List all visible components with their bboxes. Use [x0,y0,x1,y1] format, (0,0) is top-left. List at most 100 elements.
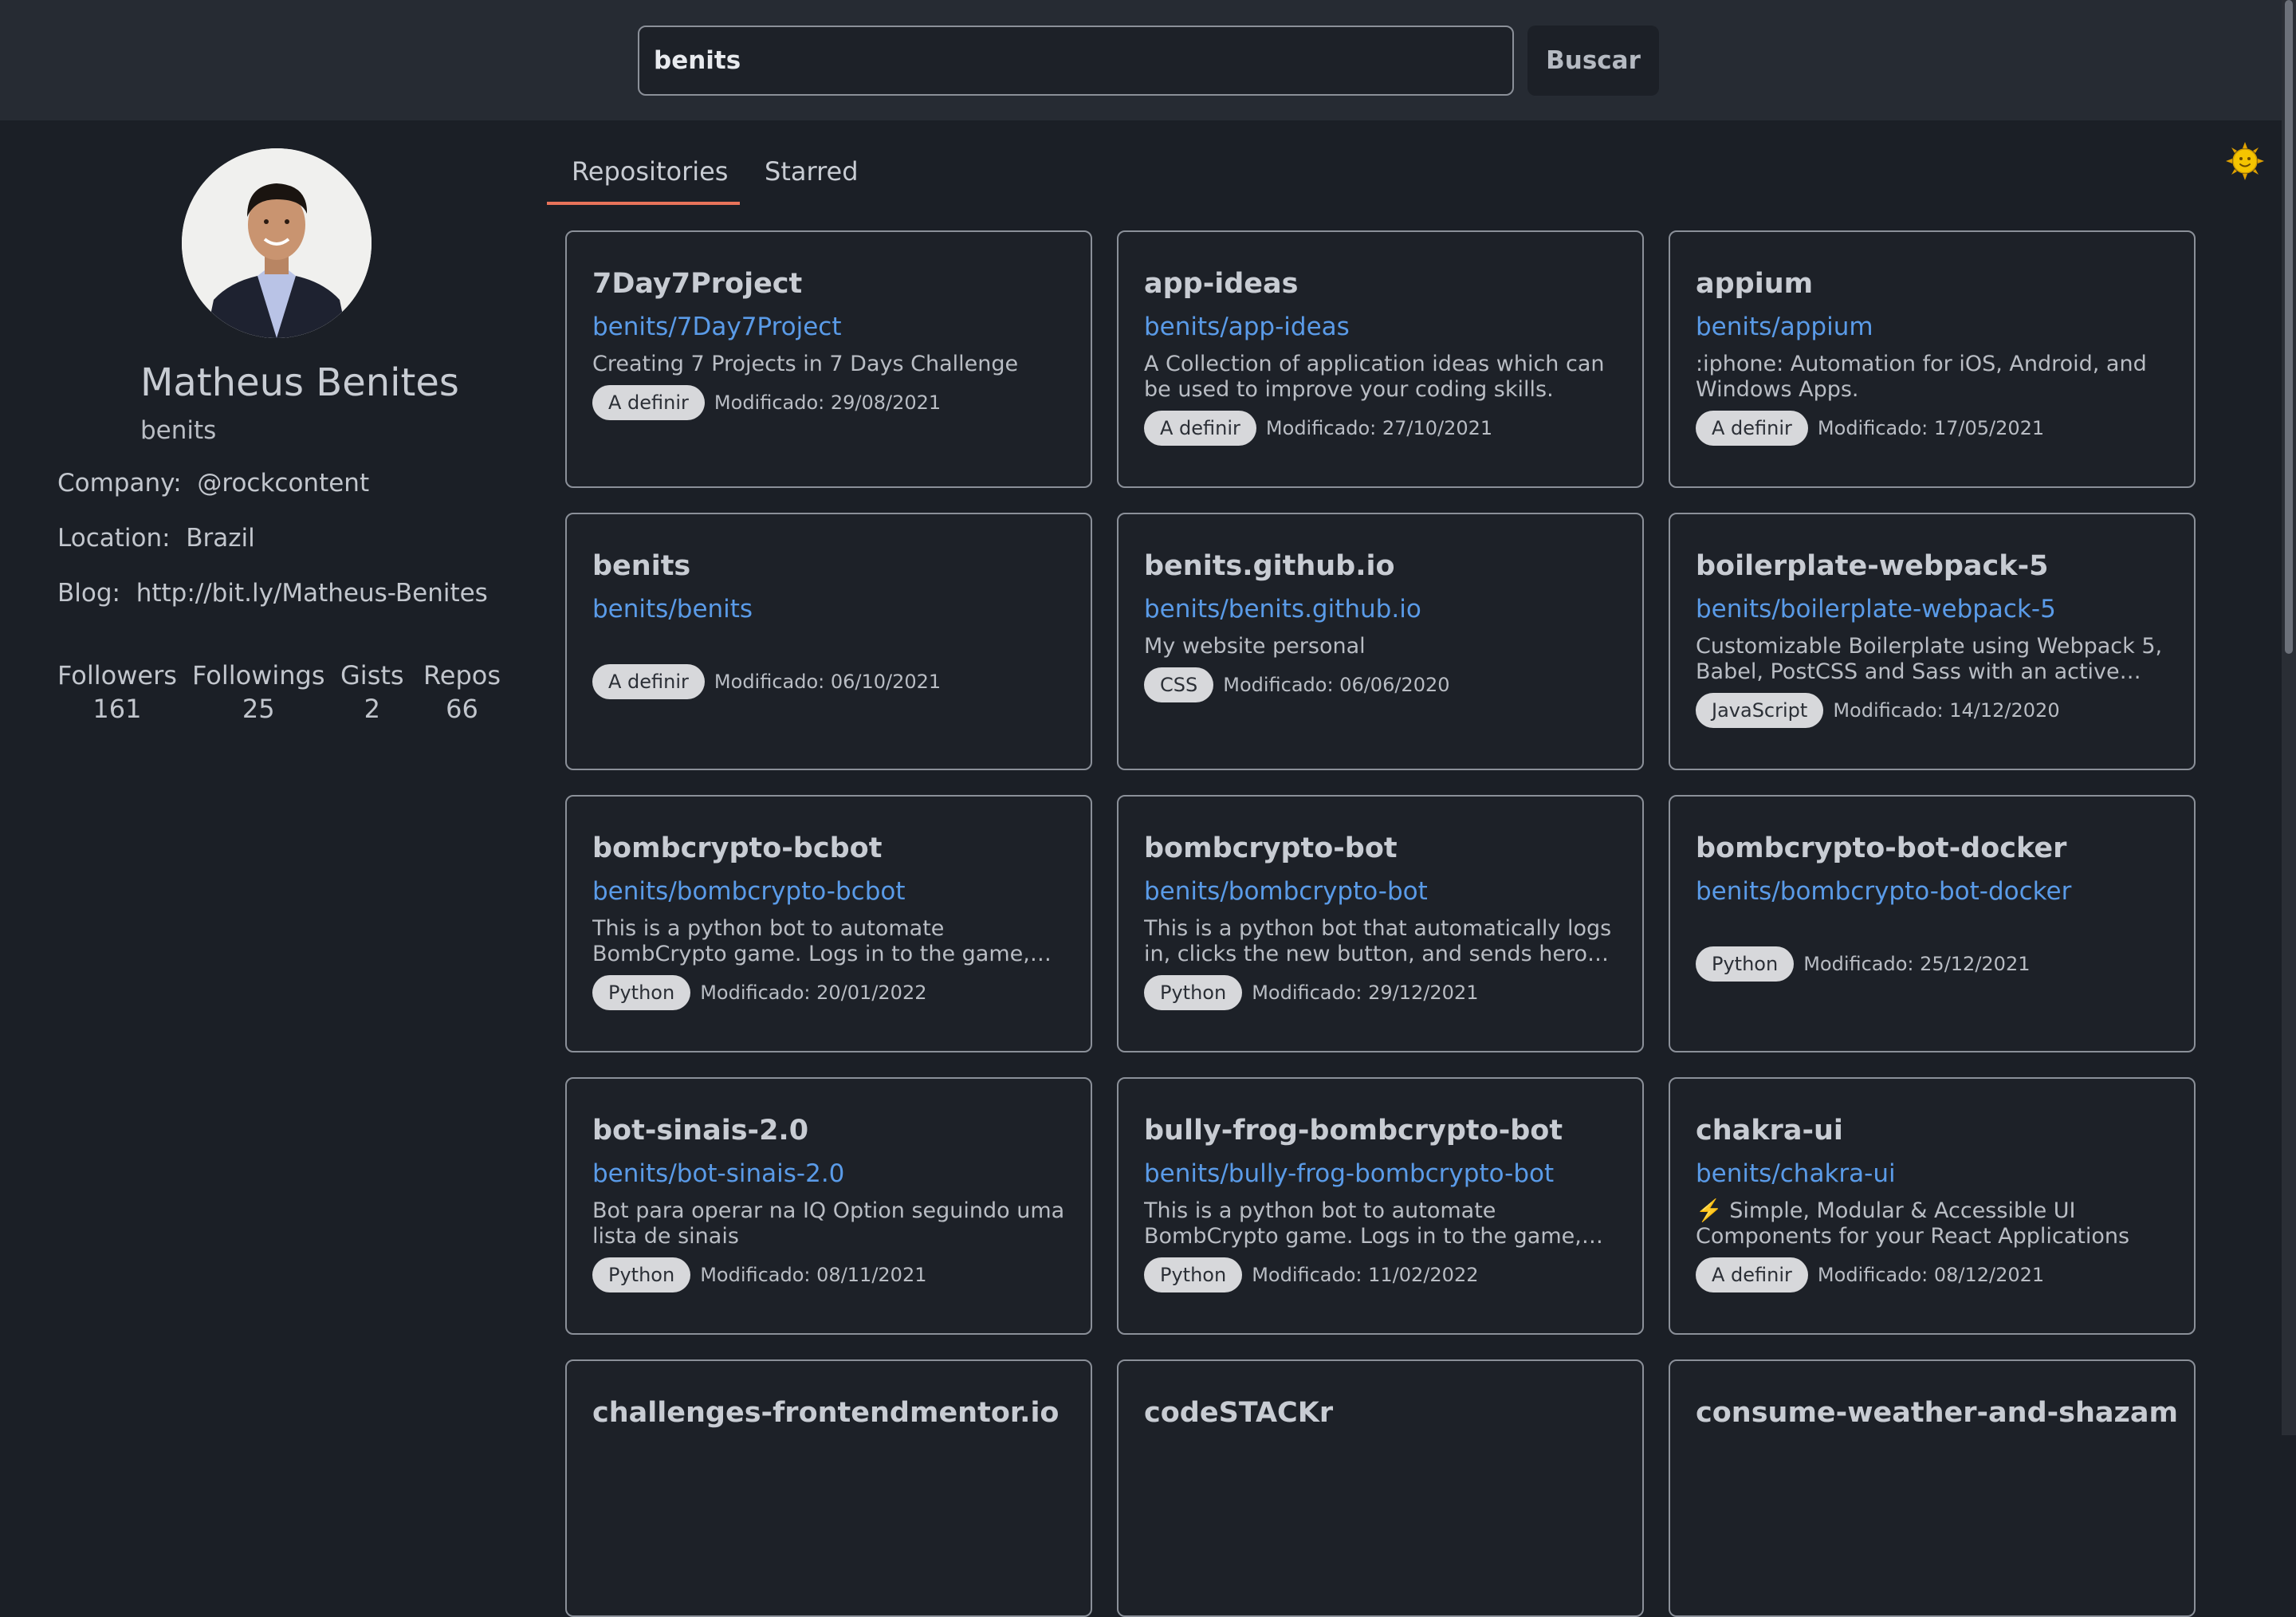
modified-date: Modificado: 06/06/2020 [1223,674,1450,696]
stat-value: 25 [242,694,275,724]
repo-card[interactable]: 7Day7Project benits/7Day7Project Creating … [565,230,1092,488]
repo-meta: JavaScript Modificado: 14/12/2020 [1696,693,2168,728]
repo-name: bombcrypto-bot-docker [1696,832,2067,864]
repo-description: :iphone: Automation for iOS, Android, an… [1696,352,2147,402]
tab-starred[interactable]: Starred [765,156,859,187]
modified-date: Modificado: 08/11/2021 [700,1264,927,1286]
stat-value: 161 [92,694,142,724]
repo-link[interactable]: benits/bully-frog-bombcrypto-bot [1144,1159,1617,1189]
active-tab-indicator [547,202,740,205]
repo-name: benits [592,550,691,582]
repo-link[interactable]: benits/bot-sinais-2.0 [592,1159,1065,1189]
repo-link[interactable]: benits/bombcrypto-bot-docker [1696,876,2168,907]
repo-description: Customizable Boilerplate using Webpack 5… [1696,634,2163,684]
repo-description: My website personal [1144,634,1366,659]
repo-name: bully-frog-bombcrypto-bot [1144,1115,1563,1147]
language-badge: A definir [592,664,705,699]
repo-name: bombcrypto-bot [1144,832,1398,864]
repo-card[interactable]: benits benits/benits A definir Modificado: … [565,513,1092,770]
modified-date: Modificado: 17/05/2021 [1817,417,2045,439]
repo-link[interactable]: benits/benits.github.io [1144,594,1617,624]
search-button[interactable]: Buscar [1527,26,1659,96]
repo-card[interactable]: bully-frog-bombcrypto-bot benits/bully-fr… [1117,1077,1644,1335]
language-badge: A definir [1144,411,1256,446]
company-row: Company: @rockcontent [57,469,369,498]
stat-gists: Gists 2 [340,660,404,724]
modified-date: Modificado: 27/10/2021 [1265,417,1493,439]
location-value: Brazil [186,524,255,553]
repo-card[interactable]: boilerplate-webpack-5 benits/boilerplate-… [1669,513,2196,770]
language-badge: A definir [1696,411,1808,446]
repo-card[interactable]: challenges-frontendmentor.io [565,1359,1092,1617]
stat-value: 2 [364,694,380,724]
company-value: @rockcontent [197,469,370,498]
repo-meta: A definir Modificado: 27/10/2021 [1144,411,1617,446]
language-badge: A definir [1696,1257,1808,1292]
language-badge: Python [1696,946,1795,982]
repo-name: bot-sinais-2.0 [592,1115,809,1147]
repo-link[interactable]: benits/7Day7Project [592,312,1065,342]
repo-card[interactable]: appium benits/appium:iphone: Automation f… [1669,230,2196,488]
modified-date: Modificado: 29/08/2021 [714,391,942,414]
repo-card[interactable]: codeSTACKr [1117,1359,1644,1617]
repo-card[interactable]: benits.github.io benits/benits.github.io M… [1117,513,1644,770]
profile-login: benits [140,416,217,445]
repo-card[interactable]: app-ideas benits/app-ideas A Collection of… [1117,230,1644,488]
repo-meta: Python Modificado: 29/12/2021 [1144,975,1617,1010]
repo-meta: A definir Modificado: 08/12/2021 [1696,1257,2168,1292]
modified-date: Modificado: 29/12/2021 [1252,982,1479,1004]
repo-description: This is a python bot that automatically … [1144,916,1612,966]
repo-description: ⚡️ Simple, Modular & Accessible UI Compo… [1696,1198,2130,1249]
language-badge: Python [592,1257,691,1292]
repo-link[interactable]: benits/benits [592,594,1065,624]
repo-meta: CSS Modificado: 06/06/2020 [1144,667,1617,702]
repo-card[interactable]: bombcrypto-bot benits/bombcrypto-bot This … [1117,795,1644,1052]
modified-date: Modificado: 08/12/2021 [1817,1264,2045,1286]
repo-name: boilerplate-webpack-5 [1696,550,2049,582]
search-input[interactable] [638,26,1514,96]
repo-description: Bot para operar na IQ Option seguindo um… [592,1198,1065,1249]
repo-name: benits.github.io [1144,550,1395,582]
modified-date: Modificado: 06/10/2021 [714,671,942,693]
repo-link[interactable]: benits/app-ideas [1144,312,1617,342]
company-label: Company: [57,469,182,498]
stat-label: Followings [192,660,325,690]
repo-card[interactable]: bombcrypto-bot-docker benits/bombcrypto-b… [1669,795,2196,1052]
avatar-photo [182,148,372,338]
repo-meta: A definir Modificado: 29/08/2021 [592,385,1065,420]
page-scrollbar-thumb[interactable] [2285,0,2293,654]
repo-link[interactable]: benits/bombcrypto-bot [1144,876,1617,907]
stat-label: Followers [57,660,177,690]
repo-name: chakra-ui [1696,1115,1843,1147]
repo-description: A Collection of application ideas which … [1144,352,1605,402]
repo-card[interactable]: bot-sinais-2.0 benits/bot-sinais-2.0 Bot p… [565,1077,1092,1335]
stat-followings: Followings 25 [192,660,325,724]
sun-face-icon [2226,142,2264,180]
stat-value: 66 [446,694,478,724]
repo-meta: A definir Modificado: 06/10/2021 [592,664,1065,699]
avatar [182,148,372,338]
repo-description: Creating 7 Projects in 7 Days Challenge [592,352,1019,376]
repo-link[interactable]: benits/boilerplate-webpack-5 [1696,594,2168,624]
repo-card[interactable]: chakra-ui benits/chakra-ui ⚡️ Simple, Modu… [1669,1077,2196,1335]
stat-label: Repos [423,660,501,690]
repo-name: bombcrypto-bcbot [592,832,883,864]
theme-toggle-button[interactable] [2223,140,2267,183]
repo-card[interactable]: consume-weather-and-shazam [1669,1359,2196,1617]
repo-name: challenges-frontendmentor.io [592,1397,1060,1429]
blog-label: Blog: [57,579,120,608]
stat-followers: Followers 161 [57,660,177,724]
repo-description: This is a python bot to automate BombCry… [592,916,1030,966]
repo-meta: A definir Modificado: 17/05/2021 [1696,411,2168,446]
language-badge: CSS [1144,667,1214,702]
tab-repositories[interactable]: Repositories [572,156,728,187]
repo-link[interactable]: benits/appium [1696,312,2168,342]
modified-date: Modificado: 25/12/2021 [1803,953,2031,975]
repo-meta: Python Modificado: 20/01/2022 [592,975,1065,1010]
blog-link[interactable]: http://bit.ly/Matheus-Benites [136,579,488,608]
language-badge: JavaScript [1696,693,1824,728]
repo-link[interactable]: benits/chakra-ui [1696,1159,2168,1189]
repo-card[interactable]: bombcrypto-bcbot benits/bombcrypto-bcbot T… [565,795,1092,1052]
repo-name: 7Day7Project [592,268,803,300]
repo-link[interactable]: benits/bombcrypto-bcbot [592,876,1065,907]
